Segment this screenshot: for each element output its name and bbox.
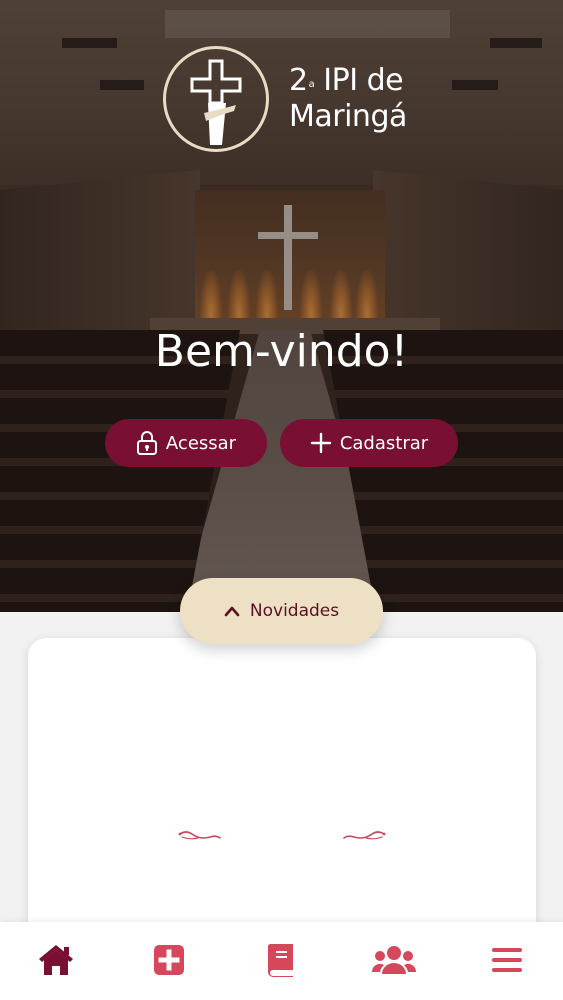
plus-square-icon [153,945,184,975]
nav-home[interactable] [26,930,86,990]
flourish-right-icon [343,831,386,840]
lock-icon [136,430,158,456]
news-toggle-label: Novidades [249,601,340,621]
home-icon [39,945,74,975]
church-name-line1: IPI de [314,63,404,98]
register-button[interactable]: Cadastrar [280,419,458,467]
logo-emblem [163,46,269,152]
nav-menu[interactable] [477,930,537,990]
access-button[interactable]: Acessar [105,419,267,467]
flourish-left-icon [178,831,221,840]
church-logo: 2a IPI de Maringá [163,46,407,152]
welcome-heading: Bem-vindo! [154,326,409,377]
church-name-line2: Maringá [289,99,407,134]
bottom-navigation [0,922,563,1000]
menu-icon [491,948,522,972]
nav-health[interactable] [139,930,199,990]
nav-members[interactable] [364,930,424,990]
plus-icon [310,432,332,454]
users-icon [372,946,417,974]
nav-bible[interactable] [251,930,311,990]
register-button-label: Cadastrar [339,432,429,454]
church-name-number: 2 [289,63,308,98]
cross-icon [190,59,242,145]
news-toggle-button[interactable]: Novidades [180,578,383,644]
church-name: 2a IPI de Maringá [289,63,407,135]
chevron-up-icon [224,605,240,617]
news-card [28,638,536,938]
access-button-label: Acessar [165,432,237,454]
bible-icon [268,944,294,977]
church-name-ordinal: a [308,79,315,90]
